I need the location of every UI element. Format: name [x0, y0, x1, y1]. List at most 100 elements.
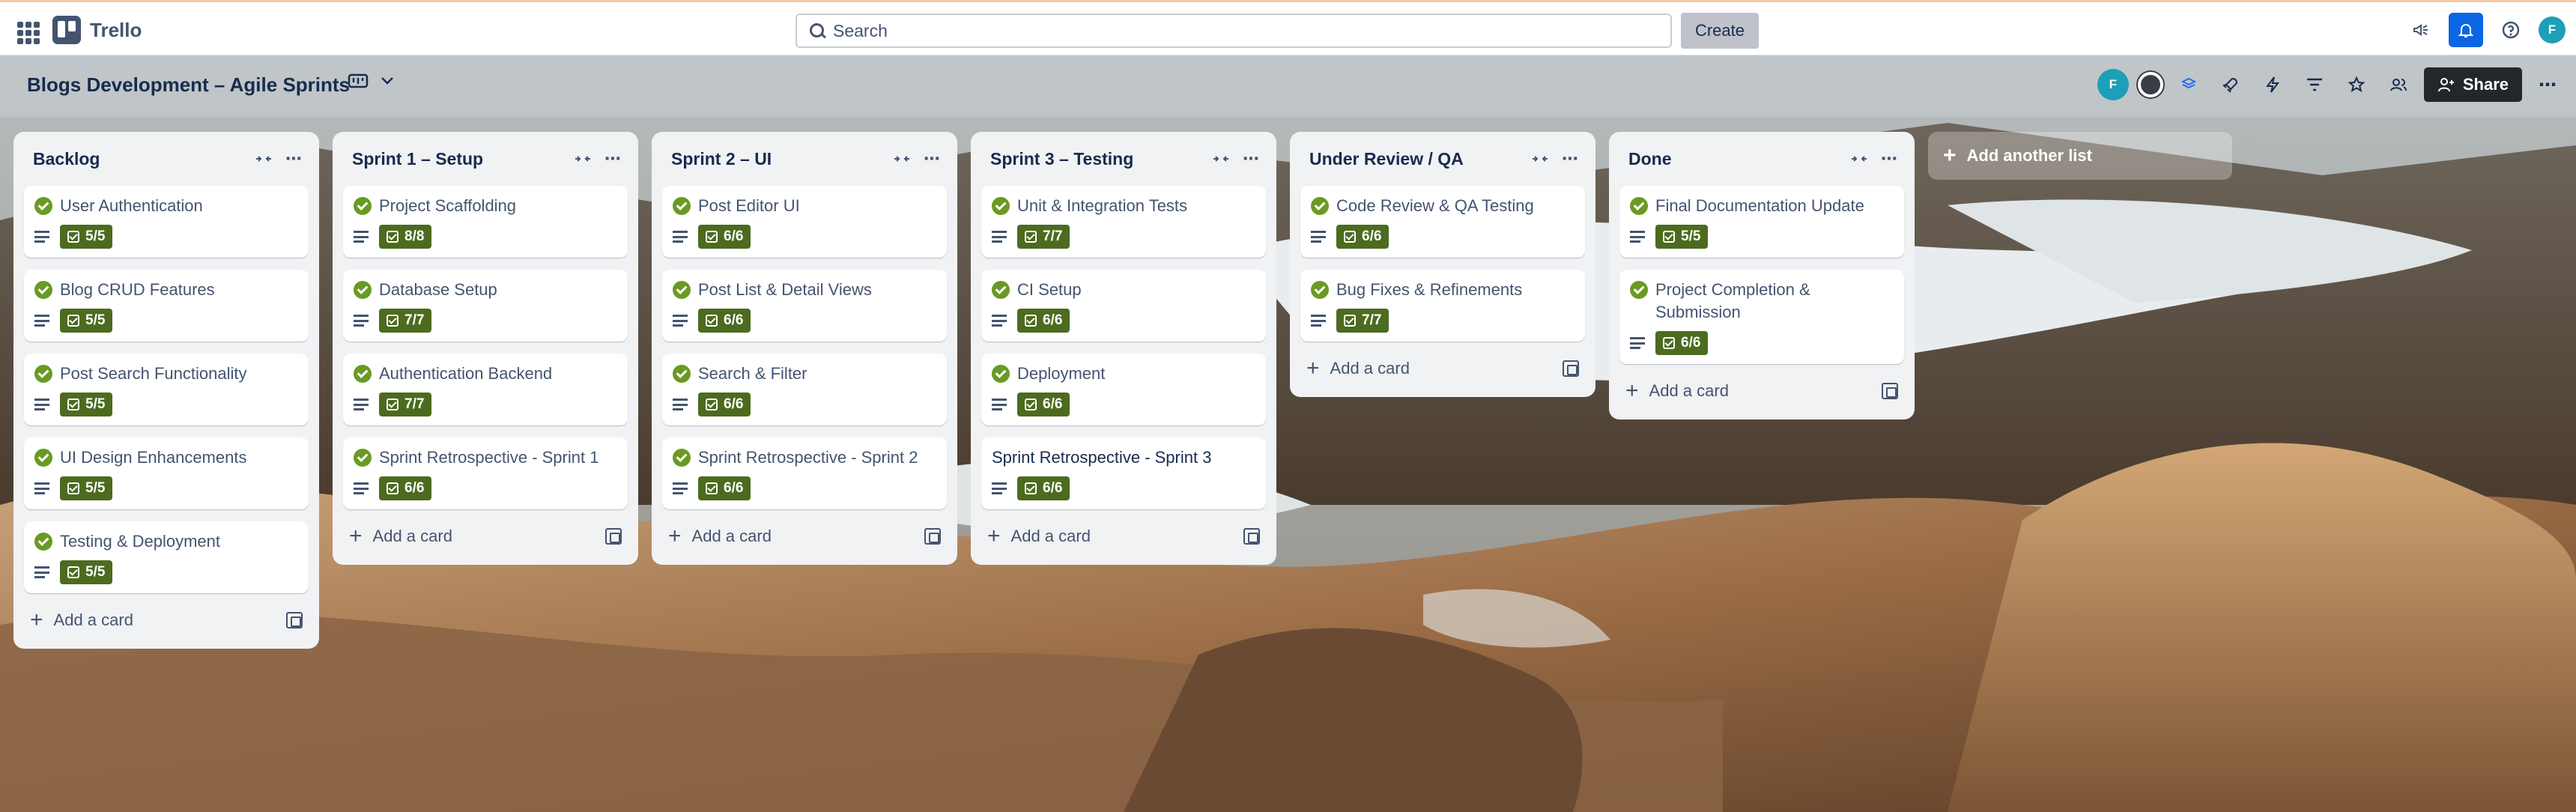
card[interactable]: Unit & Integration Tests 7/7: [981, 186, 1266, 258]
card[interactable]: UI Design Enhancements 5/5: [24, 437, 309, 509]
card[interactable]: Bug Fixes & Refinements 7/7: [1300, 270, 1585, 342]
complete-check-icon[interactable]: [1630, 197, 1648, 215]
description-icon: [1311, 315, 1326, 327]
complete-check-icon[interactable]: [34, 533, 52, 551]
list-actions-icon[interactable]: ⋯: [1236, 144, 1266, 174]
card[interactable]: Sprint Retrospective - Sprint 1 6/6: [343, 437, 628, 509]
collapse-list-icon[interactable]: [568, 144, 598, 174]
add-card-button[interactable]: + Add a card: [1306, 357, 1563, 380]
list-title[interactable]: Done: [1628, 149, 1844, 169]
collapse-list-icon[interactable]: [1206, 144, 1236, 174]
checklist-count: 5/5: [85, 228, 106, 244]
card[interactable]: CI Setup 6/6: [981, 270, 1266, 342]
complete-check-icon[interactable]: [673, 449, 691, 467]
add-card-button[interactable]: + Add a card: [30, 609, 286, 631]
card[interactable]: Testing & Deployment 5/5: [24, 521, 309, 593]
list-title[interactable]: Sprint 1 – Setup: [352, 149, 568, 169]
complete-check-icon[interactable]: [354, 281, 372, 299]
power-up-avatar[interactable]: [2137, 72, 2163, 97]
add-card-button[interactable]: + Add a card: [668, 525, 924, 548]
create-from-template-icon[interactable]: [924, 528, 941, 545]
card[interactable]: Project Scaffolding 8/8: [343, 186, 628, 258]
create-button[interactable]: Create: [1681, 13, 1759, 49]
complete-check-icon[interactable]: [673, 365, 691, 383]
board-member-avatar[interactable]: F: [2097, 69, 2129, 100]
rocket-icon[interactable]: [2214, 68, 2247, 101]
add-card-button[interactable]: + Add a card: [349, 525, 605, 548]
create-from-template-icon[interactable]: [1243, 528, 1260, 545]
complete-check-icon[interactable]: [992, 281, 1010, 299]
complete-check-icon[interactable]: [34, 449, 52, 467]
create-from-template-icon[interactable]: [1882, 383, 1898, 399]
add-another-list-button[interactable]: + Add another list: [1928, 132, 2232, 180]
complete-check-icon[interactable]: [673, 281, 691, 299]
complete-check-icon[interactable]: [1311, 281, 1329, 299]
visibility-icon[interactable]: [2382, 68, 2415, 101]
card[interactable]: Deployment 6/6: [981, 354, 1266, 425]
card[interactable]: Project Completion & Submission 6/6: [1619, 270, 1904, 364]
help-icon[interactable]: [2494, 13, 2528, 47]
megaphone-icon[interactable]: [2404, 13, 2438, 47]
create-from-template-icon[interactable]: [605, 528, 622, 545]
create-from-template-icon[interactable]: [1563, 360, 1579, 377]
complete-check-icon[interactable]: [354, 449, 372, 467]
filter-icon[interactable]: [2298, 68, 2331, 101]
complete-check-icon[interactable]: [1311, 197, 1329, 215]
notifications-bell-icon[interactable]: [2449, 13, 2483, 47]
list-actions-icon[interactable]: ⋯: [917, 144, 947, 174]
board-title[interactable]: Blogs Development – Agile Sprints: [27, 73, 350, 97]
board-view-switcher[interactable]: [348, 72, 394, 90]
trello-logo[interactable]: Trello: [52, 16, 142, 44]
automation-bolt-icon[interactable]: [2256, 68, 2289, 101]
collapse-list-icon[interactable]: [249, 144, 279, 174]
list-title[interactable]: Under Review / QA: [1309, 149, 1525, 169]
more-menu-icon[interactable]: ⋯: [2531, 68, 2564, 101]
complete-check-icon[interactable]: [1630, 281, 1648, 299]
complete-check-icon[interactable]: [34, 197, 52, 215]
card[interactable]: Post Editor UI 6/6: [662, 186, 947, 258]
collapse-list-icon[interactable]: [1844, 144, 1874, 174]
collapse-list-icon[interactable]: [1525, 144, 1555, 174]
power-up-icon[interactable]: [2172, 68, 2205, 101]
card[interactable]: Code Review & QA Testing 6/6: [1300, 186, 1585, 258]
list-title[interactable]: Sprint 3 – Testing: [990, 149, 1206, 169]
complete-check-icon[interactable]: [992, 365, 1010, 383]
collapse-list-icon[interactable]: [887, 144, 917, 174]
complete-check-icon[interactable]: [34, 281, 52, 299]
card[interactable]: Post Search Functionality 5/5: [24, 354, 309, 425]
card[interactable]: Authentication Backend 7/7: [343, 354, 628, 425]
description-icon: [354, 482, 369, 494]
star-icon[interactable]: [2340, 68, 2373, 101]
create-from-template-icon[interactable]: [286, 612, 303, 628]
list-actions-icon[interactable]: ⋯: [1555, 144, 1585, 174]
checklist-count: 8/8: [404, 228, 425, 244]
card[interactable]: Post List & Detail Views 6/6: [662, 270, 947, 342]
card[interactable]: Database Setup 7/7: [343, 270, 628, 342]
search-input[interactable]: Search: [795, 13, 1672, 48]
complete-check-icon[interactable]: [354, 197, 372, 215]
complete-check-icon[interactable]: [354, 365, 372, 383]
add-card-button[interactable]: + Add a card: [1625, 380, 1882, 402]
checklist-count: 5/5: [85, 396, 106, 412]
list-title[interactable]: Backlog: [33, 149, 249, 169]
card-title: Final Documentation Update: [1655, 196, 1864, 215]
app-switcher-icon[interactable]: [13, 18, 40, 44]
list-actions-icon[interactable]: ⋯: [598, 144, 628, 174]
checklist-count: 6/6: [1043, 312, 1063, 328]
add-card-button[interactable]: + Add a card: [987, 525, 1243, 548]
card[interactable]: Sprint Retrospective - Sprint 3 6/6: [981, 437, 1266, 509]
share-button[interactable]: Share: [2423, 67, 2522, 102]
list-actions-icon[interactable]: ⋯: [279, 144, 309, 174]
account-avatar[interactable]: F: [2539, 16, 2566, 43]
card[interactable]: Final Documentation Update 5/5: [1619, 186, 1904, 258]
complete-check-icon[interactable]: [673, 197, 691, 215]
complete-check-icon[interactable]: [992, 197, 1010, 215]
card[interactable]: Sprint Retrospective - Sprint 2 6/6: [662, 437, 947, 509]
card[interactable]: User Authentication 5/5: [24, 186, 309, 258]
card-title: Post List & Detail Views: [698, 280, 872, 299]
list-title[interactable]: Sprint 2 – UI: [671, 149, 887, 169]
card[interactable]: Blog CRUD Features 5/5: [24, 270, 309, 342]
list-actions-icon[interactable]: ⋯: [1874, 144, 1904, 174]
complete-check-icon[interactable]: [34, 365, 52, 383]
card[interactable]: Search & Filter 6/6: [662, 354, 947, 425]
